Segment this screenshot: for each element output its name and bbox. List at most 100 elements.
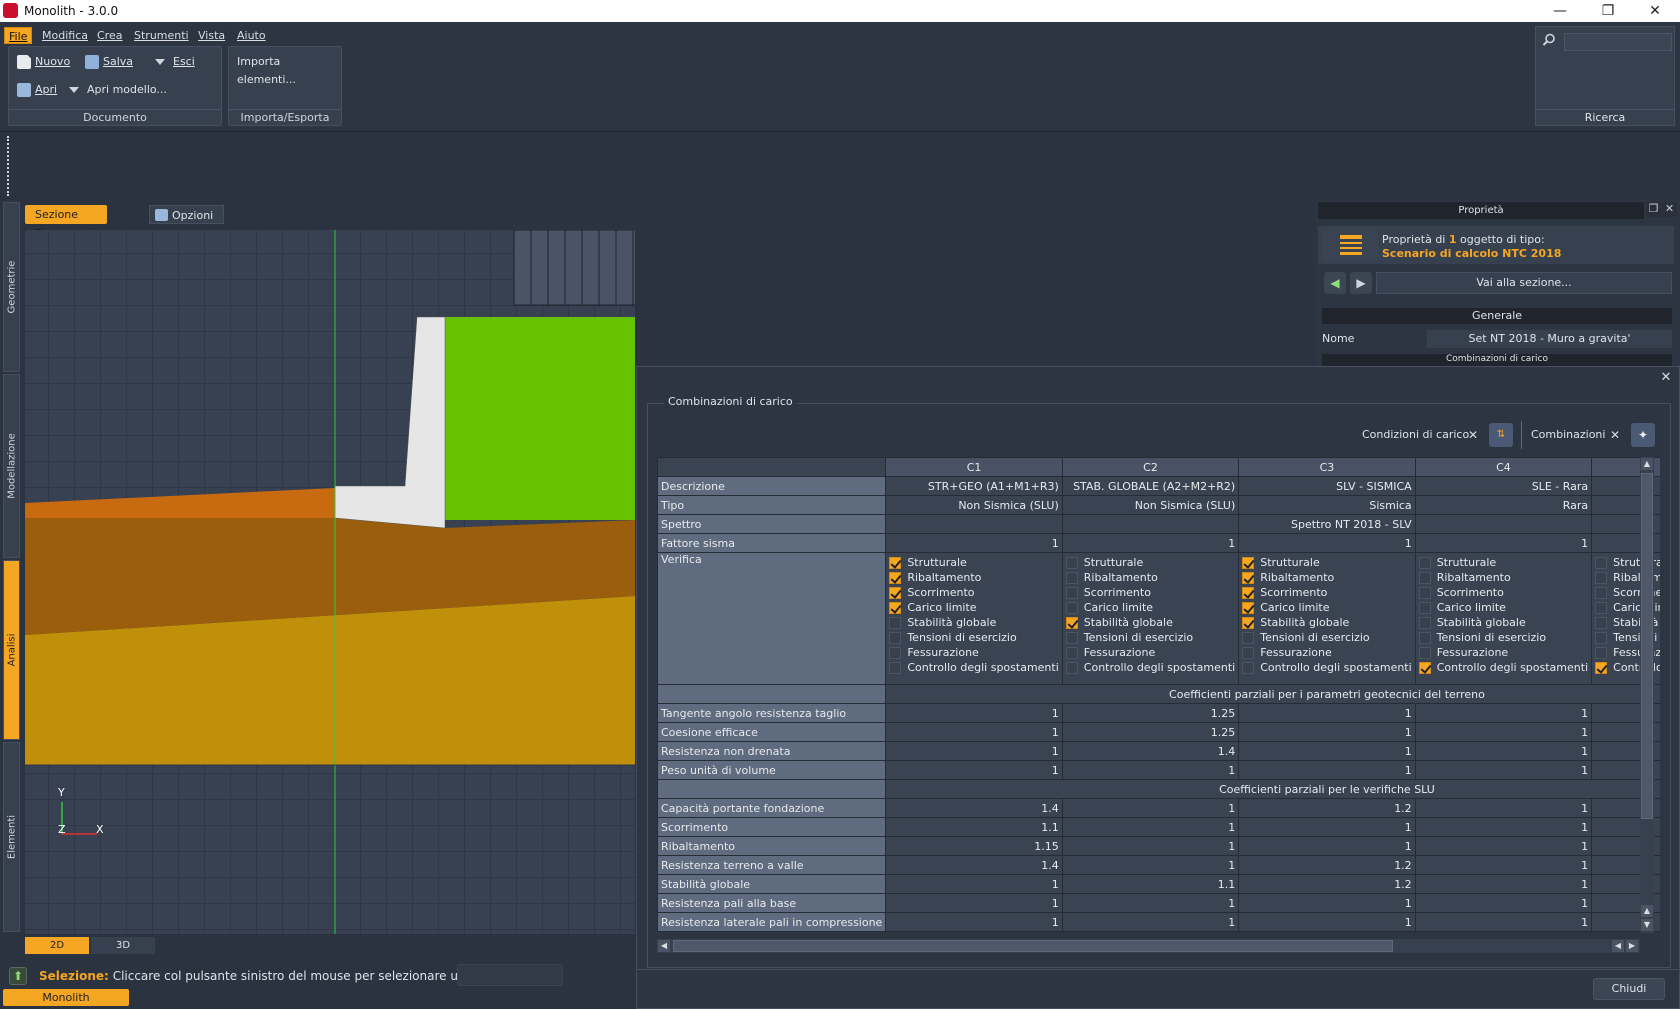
cell[interactable]: 1.1: [1061, 874, 1240, 894]
horizontal-scrollbar[interactable]: ◀ ◀ ▶: [657, 939, 1640, 953]
cell[interactable]: 1: [1061, 836, 1240, 856]
checkbox-icon[interactable]: [1242, 662, 1255, 674]
cell[interactable]: 1: [885, 722, 1063, 742]
checkbox-icon[interactable]: [1065, 602, 1078, 614]
chevron-down-icon[interactable]: [155, 59, 165, 65]
verifica-checkbox[interactable]: Fessurazione: [1418, 645, 1588, 660]
cell[interactable]: Sismica: [1238, 495, 1416, 515]
cell[interactable]: 1.25: [1061, 703, 1240, 723]
column-header[interactable]: C2: [1061, 457, 1240, 477]
menu-vista[interactable]: Vista: [194, 27, 229, 44]
cell[interactable]: 1: [885, 741, 1063, 761]
cell[interactable]: 1.4: [885, 855, 1063, 875]
verifica-checkbox[interactable]: Tensioni di esercizio: [889, 630, 1058, 645]
tab-3d[interactable]: 3D: [91, 937, 155, 954]
menu-modifica[interactable]: Modifica: [38, 27, 92, 44]
cell[interactable]: 1.2: [1238, 798, 1416, 818]
verifica-checkbox[interactable]: Ribaltamento: [1418, 570, 1588, 585]
cell[interactable]: 1: [1061, 533, 1240, 553]
verifica-checkbox[interactable]: Controllo degli spostamenti: [1418, 660, 1588, 675]
cell[interactable]: 1: [1414, 760, 1593, 780]
sort-icon[interactable]: ⇅: [1489, 423, 1513, 447]
menu-strumenti[interactable]: Strumenti: [130, 27, 193, 44]
checkbox-icon[interactable]: [1418, 557, 1431, 569]
chevron-down-icon[interactable]: [69, 87, 79, 93]
cell[interactable]: Non Sismica (SLU): [1061, 495, 1240, 515]
cell[interactable]: STAB. GLOBALE (A2+M2+R2): [1061, 476, 1240, 496]
cell[interactable]: 1.4: [885, 798, 1063, 818]
nuovo-button[interactable]: Nuovo: [17, 53, 70, 71]
cell[interactable]: 1: [1238, 893, 1416, 913]
maximize-button[interactable]: ❐: [1593, 1, 1623, 21]
checkbox-icon[interactable]: [1595, 647, 1608, 659]
verifica-checkbox[interactable]: Fessurazione: [1242, 645, 1411, 660]
verifica-checkbox[interactable]: Carico limite: [1418, 600, 1588, 615]
verifica-checkbox[interactable]: Strutturale: [1242, 555, 1411, 570]
vertical-scrollbar[interactable]: ▲ ▲ ▼: [1640, 457, 1654, 933]
tab-geometrie[interactable]: Geometrie: [3, 202, 20, 372]
cell[interactable]: 1: [885, 893, 1063, 913]
float-panel-icon[interactable]: ❐: [1646, 202, 1661, 217]
combinazioni-section[interactable]: Combinazioni di carico: [1322, 354, 1672, 366]
importa-elementi-button[interactable]: Importa elementi...: [237, 53, 341, 86]
apri-button[interactable]: Apri: [17, 81, 57, 99]
scroll-left-icon[interactable]: ◀: [658, 940, 670, 952]
back-arrow-icon[interactable]: ◀: [1324, 272, 1346, 294]
close-dialog-icon[interactable]: ✕: [1659, 371, 1673, 385]
checkbox-icon[interactable]: [1418, 572, 1431, 584]
cell[interactable]: 1: [1238, 760, 1416, 780]
cell[interactable]: 1: [1414, 798, 1593, 818]
checkbox-icon[interactable]: [1595, 557, 1608, 569]
checkbox-icon[interactable]: [1065, 662, 1078, 674]
cell[interactable]: 1.2: [1238, 874, 1416, 894]
cell[interactable]: 1: [1061, 817, 1240, 837]
scroll-left-icon[interactable]: ◀: [1612, 940, 1624, 952]
verifica-checkbox[interactable]: Controllo degli spostamenti: [1242, 660, 1412, 675]
cell[interactable]: Spettro NT 2018 - SLV: [1238, 514, 1416, 534]
vai-alla-sezione-dropdown[interactable]: Vai alla sezione...: [1376, 272, 1672, 294]
column-header[interactable]: C4: [1414, 457, 1593, 477]
cell[interactable]: 1.4: [1061, 741, 1240, 761]
checkbox-icon[interactable]: [1418, 587, 1431, 599]
verifica-checkbox[interactable]: Ribaltamento: [889, 570, 1058, 585]
column-header[interactable]: C1: [885, 457, 1063, 477]
verifica-checkbox[interactable]: Stabilità globale: [1065, 615, 1235, 630]
cell[interactable]: 1.25: [1061, 722, 1240, 742]
verifica-checkbox[interactable]: Ribaltamento: [1242, 570, 1411, 585]
tab-analisi[interactable]: Analisi: [3, 560, 20, 740]
menu-file[interactable]: File: [4, 27, 33, 44]
checkbox-icon[interactable]: [1242, 572, 1255, 584]
checkbox-icon[interactable]: [1242, 587, 1255, 599]
checkbox-icon[interactable]: [889, 617, 902, 629]
tab-modellazione[interactable]: Modellazione: [3, 374, 20, 558]
nome-field[interactable]: Set NT 2018 - Muro a gravita': [1427, 330, 1672, 348]
cell[interactable]: Rara: [1414, 495, 1593, 515]
cell[interactable]: 1: [1414, 722, 1593, 742]
tab-elementi[interactable]: Elementi: [3, 742, 20, 932]
checkbox-icon[interactable]: [1065, 647, 1078, 659]
cell[interactable]: [885, 514, 1063, 534]
opzioni-vista-button[interactable]: Opzioni vista...: [149, 205, 225, 241]
checkbox-icon[interactable]: [1595, 587, 1608, 599]
cell[interactable]: 1: [1238, 703, 1416, 723]
cell[interactable]: 1: [1414, 703, 1593, 723]
apri-modello-button[interactable]: Apri modello...: [87, 81, 167, 99]
verifica-checkbox[interactable]: Fessurazione: [1065, 645, 1235, 660]
verifica-checkbox[interactable]: Scorrimento: [1065, 585, 1235, 600]
cell[interactable]: 1: [1238, 912, 1416, 932]
minimize-button[interactable]: —: [1545, 1, 1575, 21]
checkbox-icon[interactable]: [1242, 557, 1255, 569]
checkbox-icon[interactable]: [889, 662, 902, 674]
chiudi-button[interactable]: Chiudi: [1593, 978, 1665, 1000]
scroll-up-icon[interactable]: ▲: [1641, 458, 1653, 470]
checkbox-icon[interactable]: [1242, 647, 1255, 659]
tab-sezione-trasversale[interactable]: Sezione Trasversale: [25, 205, 108, 240]
checkbox-icon[interactable]: [889, 572, 902, 584]
cell[interactable]: 1.1: [885, 817, 1063, 837]
checkbox-icon[interactable]: [1065, 587, 1078, 599]
cell[interactable]: 1: [1238, 722, 1416, 742]
cell[interactable]: 1: [1061, 912, 1240, 932]
forward-arrow-icon[interactable]: ▶: [1350, 272, 1372, 294]
verifica-checkbox[interactable]: Stabilità globale: [1242, 615, 1411, 630]
close-panel-icon[interactable]: ✕: [1662, 202, 1677, 217]
